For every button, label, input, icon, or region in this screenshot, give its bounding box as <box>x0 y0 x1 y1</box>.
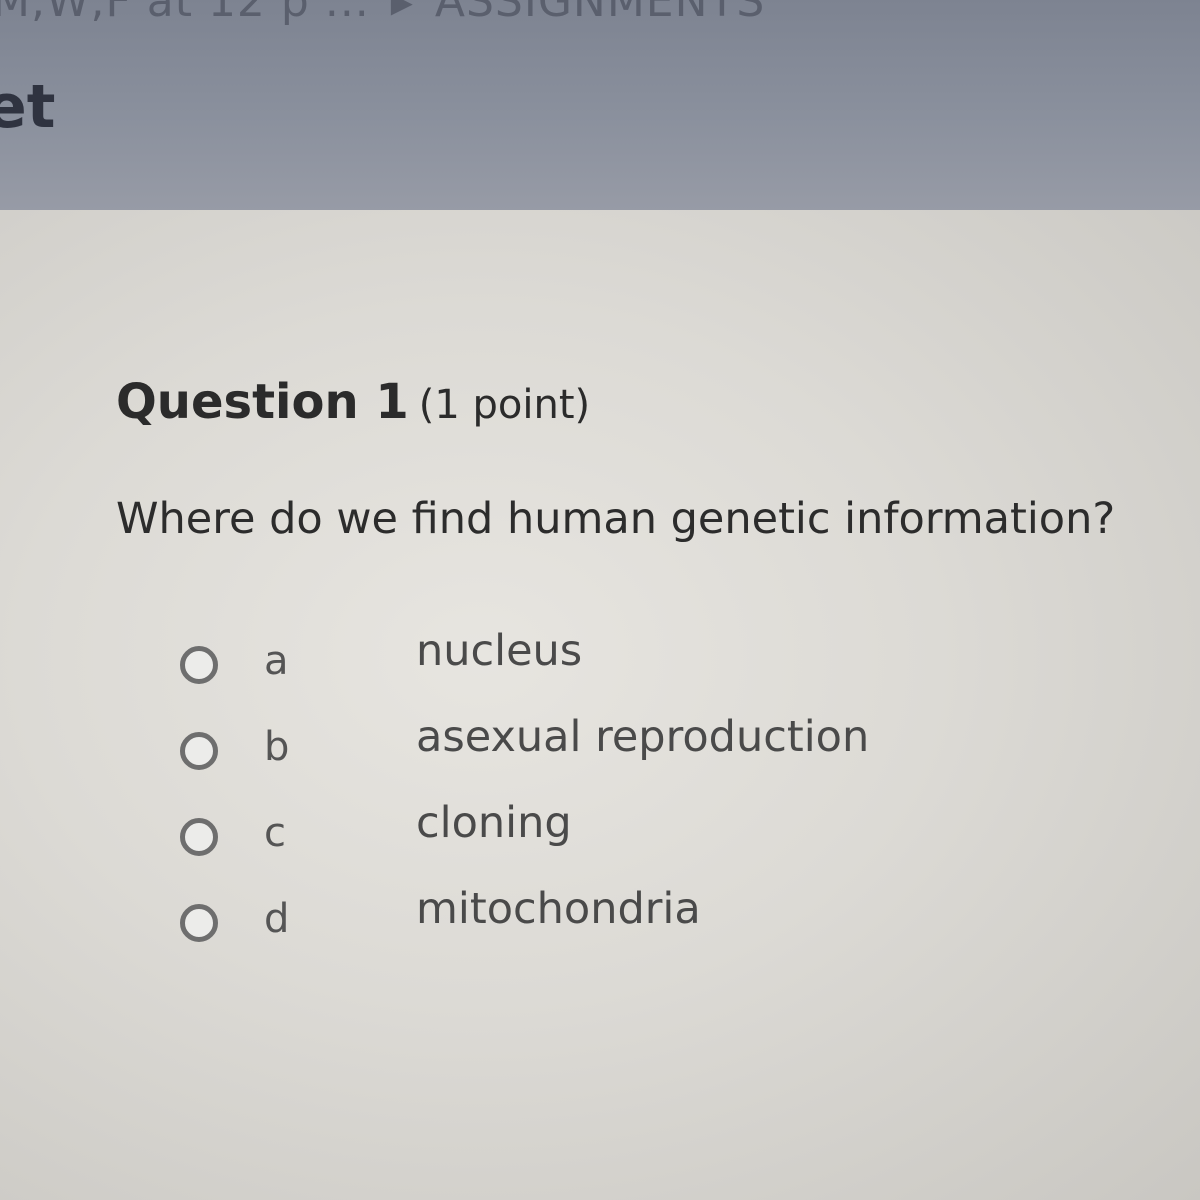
question-title: Question 1 <box>116 374 409 430</box>
option-label[interactable]: nucleus <box>416 626 582 676</box>
option-label[interactable]: cloning <box>416 798 572 848</box>
option-letter: a <box>264 638 289 684</box>
radio-button-d[interactable] <box>180 904 218 942</box>
answer-option-d[interactable]: d mitochondria <box>180 884 1080 986</box>
breadcrumb-course-link[interactable]: M,W,F at 12 p ... <box>0 0 370 27</box>
radio-button-c[interactable] <box>180 818 218 856</box>
option-label[interactable]: mitochondria <box>416 884 701 934</box>
breadcrumb: M,W,F at 12 p ... ▸ ASSIGNMENTS <box>0 0 765 27</box>
option-letter: c <box>264 810 286 856</box>
radio-button-b[interactable] <box>180 732 218 770</box>
page-title: et <box>0 72 56 142</box>
option-letter: d <box>264 896 290 942</box>
question-points: (1 point) <box>418 382 591 428</box>
question-text: Where do we find human genetic informati… <box>116 494 1116 544</box>
answer-option-b[interactable]: b asexual reproduction <box>180 712 1080 814</box>
option-label[interactable]: asexual reproduction <box>416 712 869 762</box>
option-letter: b <box>264 724 290 770</box>
question-heading: Question 1 (1 point) <box>116 374 590 430</box>
breadcrumb-separator-icon: ▸ <box>390 0 414 27</box>
course-header: M,W,F at 12 p ... ▸ ASSIGNMENTS et <box>0 0 1200 210</box>
answer-options: a nucleus b asexual reproduction c cloni… <box>180 626 1080 986</box>
radio-button-a[interactable] <box>180 646 218 684</box>
breadcrumb-assignments-link[interactable]: ASSIGNMENTS <box>435 0 765 27</box>
quiz-content: Question 1 (1 point) Where do we find hum… <box>0 210 1200 1200</box>
